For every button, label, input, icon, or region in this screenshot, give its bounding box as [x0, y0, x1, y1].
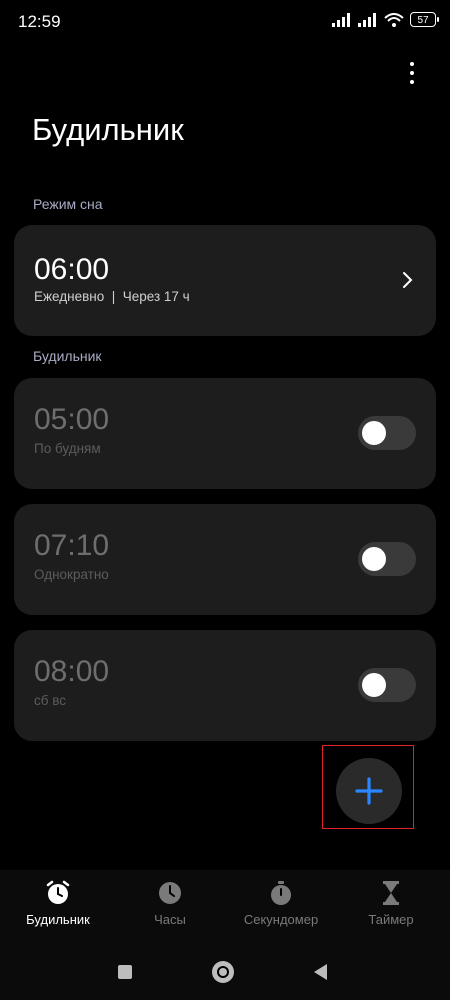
alarm-toggle[interactable] — [358, 542, 416, 576]
sleep-subtitle: Ежедневно | Через 17 ч — [34, 289, 190, 304]
alarm-toggle[interactable] — [358, 668, 416, 702]
sleep-card[interactable]: 06:00 Ежедневно | Через 17 ч — [14, 225, 436, 336]
wifi-icon — [384, 12, 404, 27]
recents-button[interactable] — [118, 965, 132, 979]
more-options-button[interactable] — [404, 60, 420, 86]
stopwatch-icon — [271, 881, 291, 905]
add-alarm-button[interactable] — [336, 758, 402, 824]
page-title: Будильник — [32, 112, 184, 147]
system-navigation-bar — [0, 940, 450, 1000]
alarm-time: 07:10 — [34, 529, 110, 562]
plus-icon — [355, 777, 383, 805]
status-bar: 12:59 57 — [0, 0, 450, 44]
battery-indicator: 57 — [410, 12, 439, 27]
alarm-toggle[interactable] — [358, 416, 416, 450]
alarm-card[interactable]: 05:00 По будням — [14, 378, 436, 489]
alarm-repeat: Однократно — [34, 567, 109, 582]
status-icons: 57 — [332, 12, 439, 27]
sleep-section-label: Режим сна — [33, 196, 103, 212]
back-button[interactable] — [312, 963, 328, 981]
dot — [410, 71, 414, 75]
signal-icon-2 — [358, 12, 376, 27]
tab-stopwatch[interactable]: Секундомер — [231, 880, 331, 927]
tab-label: Таймер — [368, 912, 414, 927]
dot — [410, 80, 414, 84]
sleep-time: 06:00 — [34, 253, 110, 286]
tab-alarm[interactable]: Будильник — [8, 880, 108, 927]
toggle-knob — [362, 421, 386, 445]
alarm-time: 05:00 — [34, 403, 110, 436]
dot — [410, 62, 414, 66]
home-button[interactable] — [212, 961, 234, 983]
alarm-time: 08:00 — [34, 655, 110, 688]
alarm-clock-icon — [46, 880, 70, 904]
tab-label: Часы — [154, 912, 186, 927]
alarms-section-label: Будильник — [33, 348, 102, 364]
hourglass-icon — [383, 881, 399, 905]
home-ring — [217, 966, 229, 978]
alarm-repeat: сб вс — [34, 693, 67, 708]
tab-timer[interactable]: Таймер — [341, 880, 441, 927]
clock-icon — [159, 882, 181, 904]
toggle-knob — [362, 547, 386, 571]
tab-clock[interactable]: Часы — [120, 880, 220, 927]
tab-label: Секундомер — [243, 912, 319, 927]
alarm-repeat: По будням — [34, 441, 101, 456]
tab-label: Будильник — [26, 912, 90, 927]
bottom-navigation: Будильник Часы Секундомер Таймер — [0, 870, 450, 940]
alarm-card[interactable]: 08:00 сб вс — [14, 630, 436, 741]
chevron-right-icon — [403, 272, 413, 288]
signal-icon — [332, 12, 350, 27]
status-time: 12:59 — [18, 12, 61, 31]
alarm-card[interactable]: 07:10 Однократно — [14, 504, 436, 615]
toggle-knob — [362, 673, 386, 697]
home-dot — [219, 968, 227, 976]
